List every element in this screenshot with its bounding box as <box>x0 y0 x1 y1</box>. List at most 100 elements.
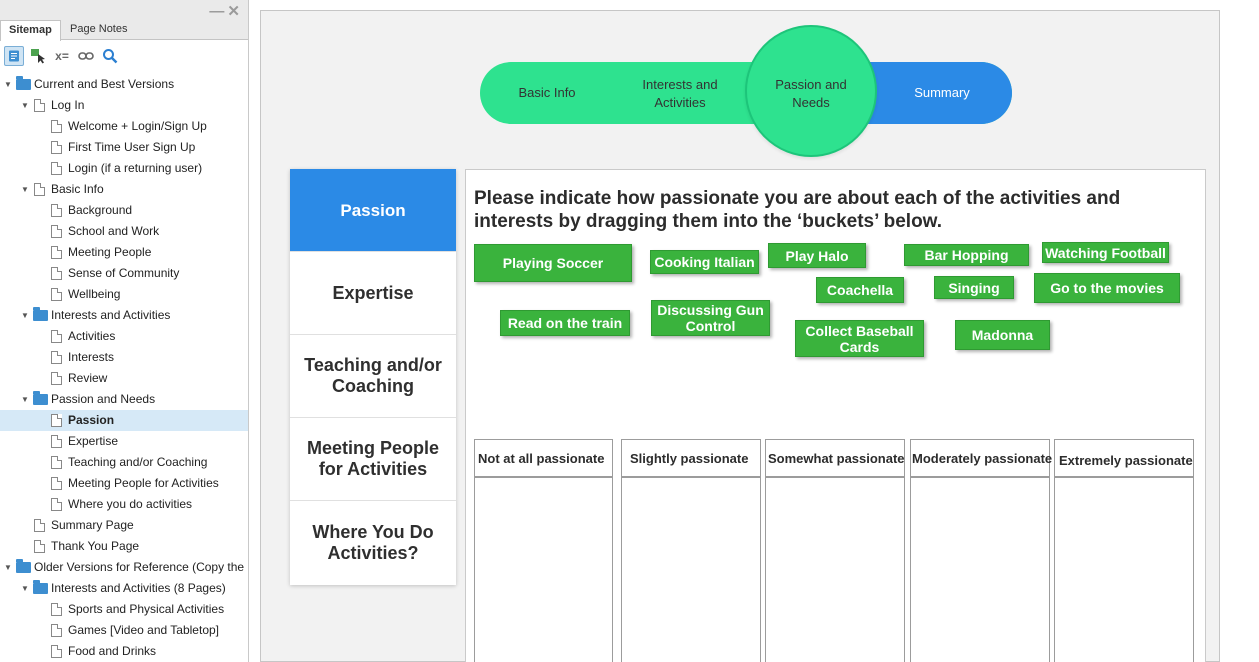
step-summary[interactable]: Summary <box>902 84 982 102</box>
sitemap-item-first-time-user-sign-up[interactable]: First Time User Sign Up <box>0 137 248 158</box>
sitemap-item-label: Interests and Activities <box>51 308 171 322</box>
category-where-you-do-activities[interactable]: Where You Do Activities? <box>290 501 456 584</box>
panel-tabs: Sitemap Page Notes <box>0 20 248 41</box>
sitemap-item-label: Older Versions for Reference (Copy the <box>34 560 245 574</box>
sitemap-item-food-and-drinks[interactable]: Food and Drinks <box>0 641 248 662</box>
activity-chip[interactable]: Madonna <box>955 320 1050 350</box>
sitemap-item-activities[interactable]: Activities <box>0 326 248 347</box>
page-icon <box>34 183 45 196</box>
sitemap-item-interests[interactable]: Interests <box>0 347 248 368</box>
sitemap-item-passion[interactable]: Passion <box>0 410 248 431</box>
page-icon <box>51 246 62 259</box>
window-controls[interactable]: —✕ <box>209 2 243 20</box>
page-icon <box>51 645 62 658</box>
sitemap-item-review[interactable]: Review <box>0 368 248 389</box>
expand-arrow-icon[interactable]: ▼ <box>21 578 31 599</box>
sitemap-item-login-if-a-returning-user[interactable]: Login (if a returning user) <box>0 158 248 179</box>
activity-chip[interactable]: Singing <box>934 276 1014 299</box>
sitemap-item-label: Current and Best Versions <box>34 77 175 91</box>
category-teaching-coaching[interactable]: Teaching and/or Coaching <box>290 335 456 418</box>
sitemap-item-school-and-work[interactable]: School and Work <box>0 221 248 242</box>
sitemap-item-label: School and Work <box>68 224 160 238</box>
step-basic-info[interactable]: Basic Info <box>512 84 582 102</box>
folder-icon <box>16 76 31 90</box>
category-passion[interactable]: Passion <box>290 169 456 252</box>
sitemap-item-label: Food and Drinks <box>68 644 157 658</box>
activity-chip[interactable]: Watching Football <box>1042 242 1169 263</box>
tab-page-notes[interactable]: Page Notes <box>62 20 135 40</box>
activity-chip[interactable]: Bar Hopping <box>904 244 1029 266</box>
panel-header: —✕ <box>0 0 248 20</box>
sitemap-item-basic-info[interactable]: ▼ Basic Info <box>0 179 248 200</box>
expand-arrow-icon[interactable]: ▼ <box>21 389 31 410</box>
activity-chip[interactable]: Read on the train <box>500 310 630 336</box>
sitemap-item-summary-page[interactable]: Summary Page <box>0 515 248 536</box>
sitemap-item-interests-and-activities[interactable]: ▼ Interests and Activities <box>0 305 248 326</box>
search-icon[interactable] <box>100 46 120 66</box>
sitemap-item-wellbeing[interactable]: Wellbeing <box>0 284 248 305</box>
activity-chip[interactable]: Cooking Italian <box>650 250 759 274</box>
sitemap-item-current-and-best-versions[interactable]: ▼ Current and Best Versions <box>0 74 248 95</box>
tab-sitemap[interactable]: Sitemap <box>0 20 61 41</box>
sitemap-item-thank-you-page[interactable]: Thank You Page <box>0 536 248 557</box>
activity-chip[interactable]: Go to the movies <box>1034 273 1180 303</box>
sitemap-item-label: Activities <box>68 329 116 343</box>
sitemap-item-expertise[interactable]: Expertise <box>0 431 248 452</box>
sitemap-panel: —✕ Sitemap Page Notes x= ▼ Current and Be… <box>0 0 249 662</box>
category-expertise[interactable]: Expertise <box>290 252 456 335</box>
sitemap-item-sports-and-physical-activities[interactable]: Sports and Physical Activities <box>0 599 248 620</box>
page-view-icon[interactable] <box>4 46 24 66</box>
bucket-header: Slightly passionate <box>622 440 760 478</box>
sitemap-item-sense-of-community[interactable]: Sense of Community <box>0 263 248 284</box>
page-icon <box>51 162 62 175</box>
sitemap-item-games-video-and-tabletop[interactable]: Games [Video and Tabletop] <box>0 620 248 641</box>
expand-arrow-icon[interactable]: ▼ <box>21 179 31 200</box>
activity-chip[interactable]: Play Halo <box>768 243 866 268</box>
sitemap-item-label: First Time User Sign Up <box>68 140 196 154</box>
sitemap-item-older-versions-for-reference-copy-the[interactable]: ▼ Older Versions for Reference (Copy the <box>0 557 248 578</box>
sitemap-item-label: Sense of Community <box>68 266 180 280</box>
page-icon <box>51 267 62 280</box>
sitemap-item-log-in[interactable]: ▼ Log In <box>0 95 248 116</box>
sitemap-item-label: Log In <box>51 98 85 112</box>
step-passion-needs[interactable]: Passion and Needs <box>766 76 856 112</box>
bucket-somewhat-passionate[interactable]: Somewhat passionate <box>765 439 905 662</box>
bucket-moderately-passionate[interactable]: Moderately passionate <box>910 439 1052 662</box>
sitemap-item-meeting-people[interactable]: Meeting People <box>0 242 248 263</box>
activity-chip[interactable]: Collect Baseball Cards <box>795 320 924 357</box>
page-icon <box>51 204 62 217</box>
variables-icon[interactable]: x= <box>52 46 72 66</box>
expand-arrow-icon[interactable]: ▼ <box>4 557 14 578</box>
sitemap-item-meeting-people-for-activities[interactable]: Meeting People for Activities <box>0 473 248 494</box>
sitemap-toolbar: x= <box>0 41 248 73</box>
add-page-icon[interactable] <box>28 46 48 66</box>
step-interests-activities[interactable]: Interests and Activities <box>630 76 730 112</box>
sitemap-item-label: Games [Video and Tabletop] <box>68 623 219 637</box>
bucket-extremely-passionate[interactable]: Extremely passionate <box>1054 439 1194 662</box>
sitemap-item-background[interactable]: Background <box>0 200 248 221</box>
expand-arrow-icon[interactable]: ▼ <box>21 305 31 326</box>
sitemap-item-interests-and-activities-8-pages[interactable]: ▼ Interests and Activities (8 Pages) <box>0 578 248 599</box>
bucket-not-at-all-passionate[interactable]: Not at all passionate <box>474 439 613 662</box>
page-icon <box>51 435 62 448</box>
activity-chip[interactable]: Discussing Gun Control <box>651 300 770 336</box>
sitemap-item-label: Meeting People <box>68 245 152 259</box>
sitemap-item-label: Basic Info <box>51 182 104 196</box>
sitemap-item-label: Background <box>68 203 133 217</box>
activity-chip[interactable]: Playing Soccer <box>474 244 632 282</box>
sitemap-item-welcome-login-sign-up[interactable]: Welcome + Login/Sign Up <box>0 116 248 137</box>
folder-icon <box>33 391 48 405</box>
prototype-canvas: Basic Info Interests and Activities Pass… <box>260 10 1220 662</box>
sitemap-item-where-you-do-activities[interactable]: Where you do activities <box>0 494 248 515</box>
activity-chip[interactable]: Coachella <box>816 277 904 303</box>
expand-arrow-icon[interactable]: ▼ <box>21 95 31 116</box>
page-icon <box>51 414 62 427</box>
sitemap-item-label: Thank You Page <box>51 539 140 553</box>
sitemap-item-teaching-and-or-coaching[interactable]: Teaching and/or Coaching <box>0 452 248 473</box>
category-meeting-people[interactable]: Meeting People for Activities <box>290 418 456 501</box>
link-icon[interactable] <box>76 46 96 66</box>
sitemap-item-passion-and-needs[interactable]: ▼ Passion and Needs <box>0 389 248 410</box>
expand-arrow-icon[interactable]: ▼ <box>4 74 14 95</box>
bucket-slightly-passionate[interactable]: Slightly passionate <box>621 439 761 662</box>
page-icon <box>51 477 62 490</box>
